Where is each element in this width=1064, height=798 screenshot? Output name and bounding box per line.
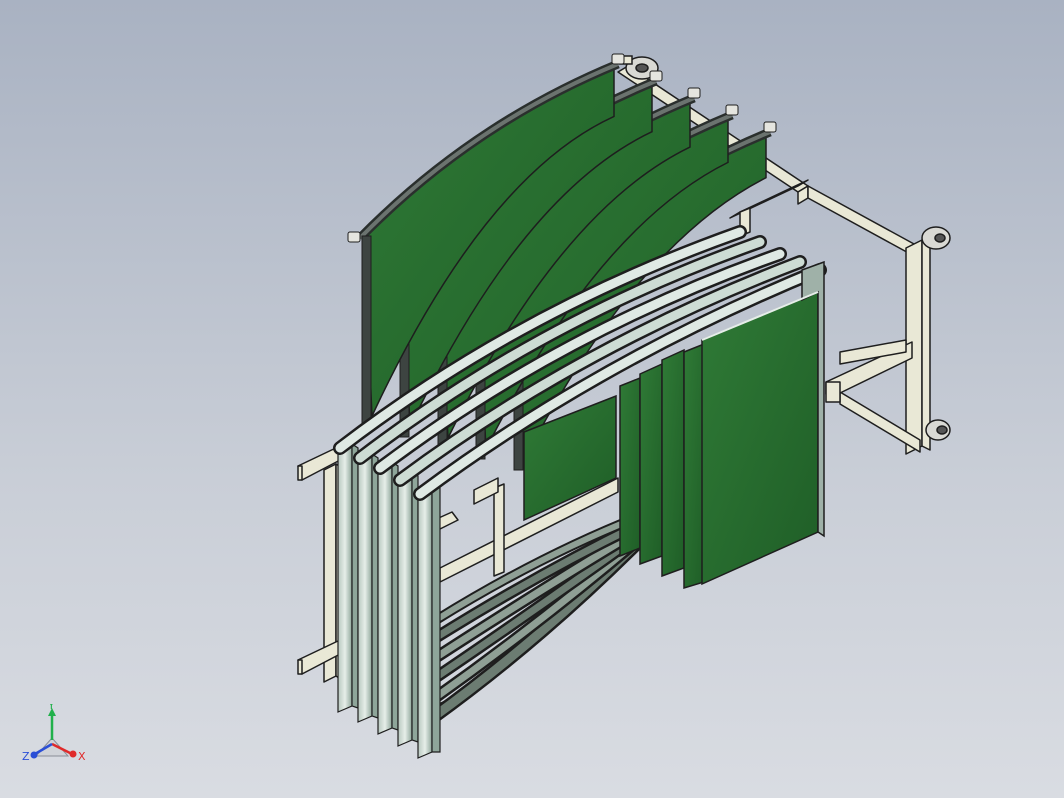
x-axis-ball-icon (69, 750, 77, 758)
hanging-panel-side (361, 235, 372, 427)
hanger-clamp-icon (347, 231, 361, 243)
hanger-clamp-icon (649, 70, 663, 82)
z-axis-ball-icon (30, 751, 38, 759)
trolley-assembly-model[interactable] (0, 0, 1064, 798)
x-axis-label: X (78, 750, 86, 763)
hanger-clamp-icon (763, 121, 777, 133)
hanger-clamp-icon (611, 53, 625, 65)
hanger-clamp-icon (725, 104, 739, 116)
caster-right-bottom (925, 419, 951, 441)
cad-viewport[interactable]: Y X Z (0, 0, 1064, 798)
hanger-clamp-icon (687, 87, 701, 99)
caster-right-top (921, 226, 951, 250)
orientation-triad: Y X Z (22, 704, 86, 763)
triad-base (34, 737, 70, 757)
y-axis-label: Y (47, 704, 55, 712)
z-axis-label: Z (22, 750, 30, 763)
